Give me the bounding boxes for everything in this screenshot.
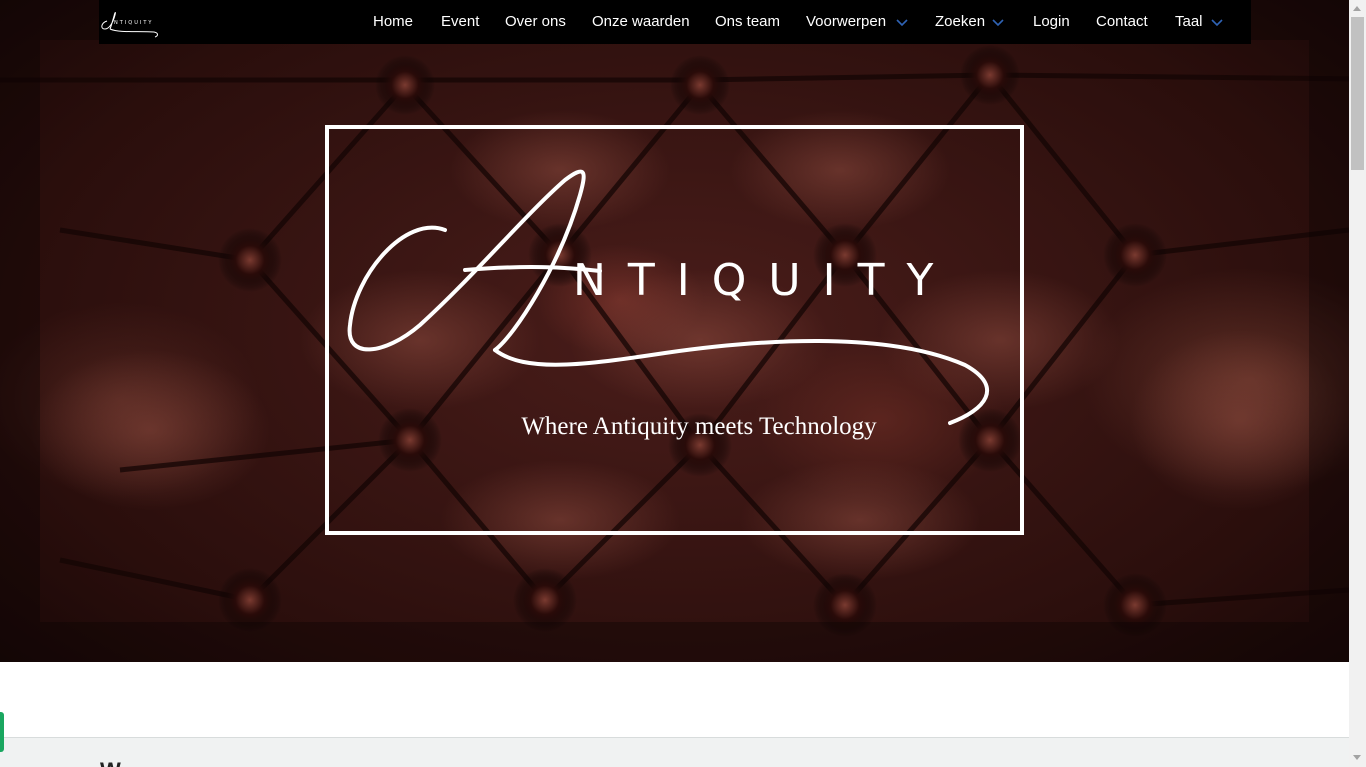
brand-logo[interactable]: NTIQUITY <box>99 5 161 39</box>
nav-voorwerpen[interactable]: Voorwerpen <box>806 0 886 44</box>
content-section: W <box>0 737 1349 767</box>
nav-zoeken[interactable]: Zoeken <box>935 0 985 44</box>
nav-login[interactable]: Login <box>1033 0 1070 44</box>
nav-taal[interactable]: Taal <box>1175 0 1203 44</box>
scroll-up-arrow-icon[interactable] <box>1353 6 1361 11</box>
page: NTIQUITY Where Antiquity meets Technolog… <box>0 0 1349 767</box>
nav-ons-team[interactable]: Ons team <box>715 0 780 44</box>
spacer-band <box>0 662 1349 737</box>
page-scrollbar[interactable] <box>1349 0 1366 767</box>
scroll-down-arrow-icon[interactable] <box>1353 755 1361 760</box>
logo-wordmark: NTIQUITY <box>573 255 956 306</box>
nav-event[interactable]: Event <box>441 0 479 44</box>
chevron-down-icon[interactable] <box>1211 17 1223 27</box>
scrollbar-thumb[interactable] <box>1351 17 1364 170</box>
nav-contact[interactable]: Contact <box>1096 0 1148 44</box>
antiquity-logo-icon: NTIQUITY <box>101 12 158 38</box>
section-heading: W <box>100 758 121 767</box>
hero-banner: NTIQUITY Where Antiquity meets Technolog… <box>0 0 1349 662</box>
feedback-tab[interactable] <box>0 712 4 752</box>
nav-home[interactable]: Home <box>373 0 413 44</box>
hero-logo: NTIQUITY Where Antiquity meets Technolog… <box>325 125 1024 535</box>
chevron-down-icon[interactable] <box>992 17 1004 27</box>
chevron-down-icon[interactable] <box>896 17 908 27</box>
nav-over-ons[interactable]: Over ons <box>505 0 566 44</box>
hero-tagline: Where Antiquity meets Technology <box>521 413 877 440</box>
logo-script-a-icon <box>347 169 989 425</box>
top-navbar: NTIQUITY Home Event Over ons Onze waarde… <box>99 0 1251 44</box>
nav-onze-waarden[interactable]: Onze waarden <box>592 0 690 44</box>
svg-text:NTIQUITY: NTIQUITY <box>114 20 153 26</box>
